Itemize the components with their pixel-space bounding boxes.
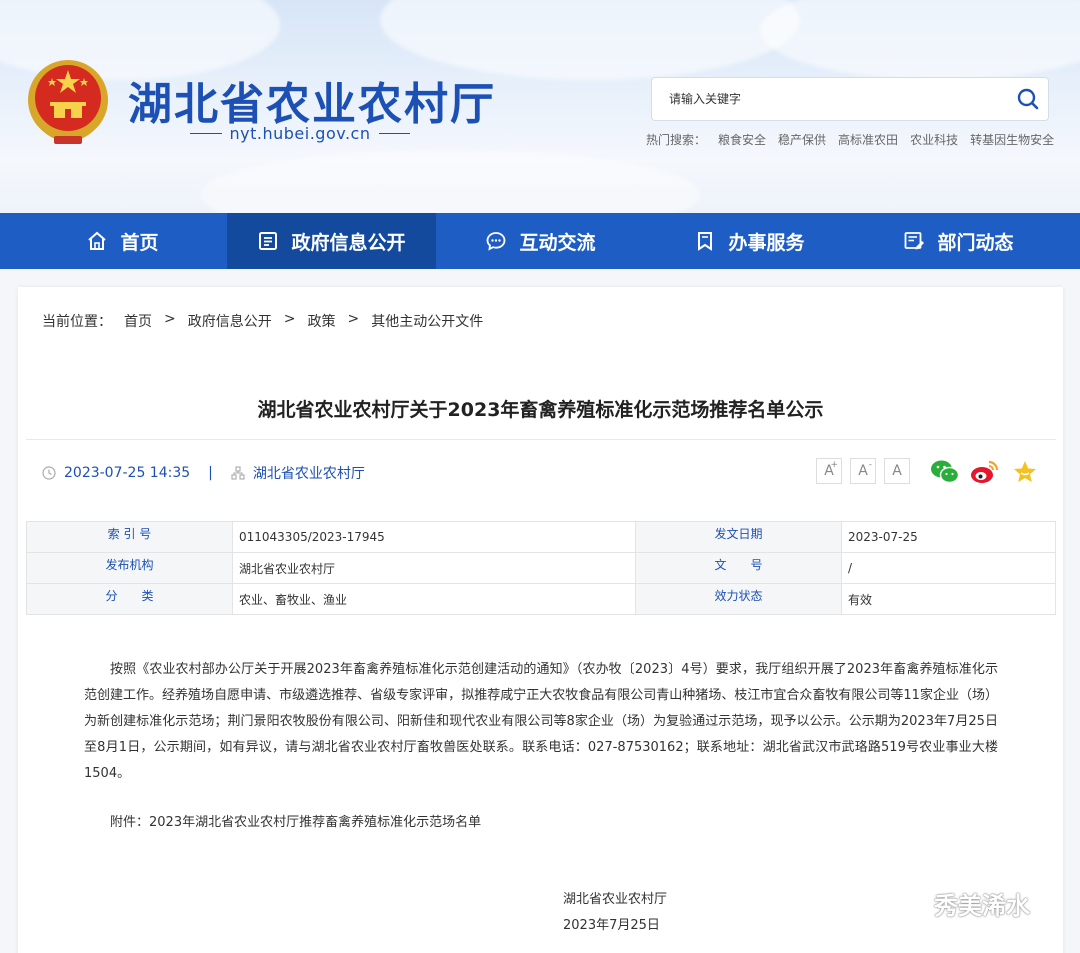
article-title: 湖北省农业农村厅关于2023年畜禽养殖标准化示范场推荐名单公示 <box>257 399 824 421</box>
info-key: 发文日期 <box>635 521 842 553</box>
nav-item-label: 政府信息公开 <box>291 231 406 254</box>
search-button[interactable] <box>1008 79 1048 119</box>
organization-icon <box>231 466 245 480</box>
info-value: 农业、畜牧业、渔业 <box>232 583 636 615</box>
hot-search-link[interactable]: 转基因生物安全 <box>970 131 1054 148</box>
divider <box>26 439 1056 440</box>
share-wechat-button[interactable] <box>930 457 960 487</box>
search-input[interactable] <box>652 78 1008 120</box>
breadcrumb-label: 当前位置： <box>42 314 112 330</box>
article-body: 按照《农业农村部办公厅关于开展2023年畜禽养殖标准化示范创建活动的通知》（农办… <box>84 662 998 781</box>
font-decrease-sign: - <box>868 460 872 470</box>
breadcrumb-separator: > <box>283 311 296 327</box>
breadcrumb-link-gov-info[interactable]: 政府信息公开 <box>188 311 272 331</box>
article-source: 湖北省农业农村厅 <box>252 466 365 482</box>
wechat-icon <box>931 460 960 484</box>
chat-icon <box>485 230 507 252</box>
cloud-decoration <box>760 0 1080 80</box>
breadcrumb: 当前位置： 首页 > 政府信息公开 > 政策 > 其他主动公开文件 <box>42 311 483 331</box>
star-icon <box>1014 461 1036 482</box>
divider <box>190 133 222 134</box>
signature-date: 2023年7月25日 <box>563 918 660 933</box>
hot-search-link[interactable]: 稳产保供 <box>778 131 826 148</box>
font-reset-button[interactable]: A <box>884 458 910 484</box>
info-key: 效力状态 <box>635 583 842 615</box>
divider <box>378 133 411 134</box>
nav-item-label: 部门动态 <box>937 231 1014 254</box>
document-info-table: 索 引 号 011043305/2023-17945 发文日期 2023-07-… <box>26 521 1056 615</box>
info-value: / <box>841 552 1056 584</box>
font-increase-button[interactable]: A + <box>816 458 842 484</box>
nav-item-home[interactable]: 首页 <box>18 213 227 269</box>
font-button-letter: A <box>858 463 868 479</box>
breadcrumb-link-other-docs[interactable]: 其他主动公开文件 <box>371 311 483 331</box>
info-value: 湖北省农业农村厅 <box>232 552 636 584</box>
hot-search-link[interactable]: 高标准农田 <box>838 131 898 148</box>
hot-search-link[interactable]: 粮食安全 <box>718 131 766 148</box>
info-key: 发布机构 <box>26 552 233 584</box>
clock-icon <box>42 466 56 480</box>
hot-search-link[interactable]: 农业科技 <box>910 131 958 148</box>
hot-search: 热门搜索： 粮食安全 稳产保供 高标准农田 农业科技 转基因生物安全 <box>646 131 1054 148</box>
font-button-letter: A <box>892 463 902 479</box>
breadcrumb-link-home[interactable]: 首页 <box>124 311 152 331</box>
nav-item-news[interactable]: 部门动态 <box>854 213 1063 269</box>
nav-item-gov-info[interactable]: 政府信息公开 <box>227 213 436 269</box>
font-increase-sign: + <box>830 460 838 470</box>
table-row: 索 引 号 011043305/2023-17945 发文日期 2023-07-… <box>26 521 1056 553</box>
info-value: 011043305/2023-17945 <box>232 521 636 553</box>
info-key: 索 引 号 <box>26 521 233 553</box>
site-title: 湖北省农业农村厅 <box>128 79 496 130</box>
national-emblem-icon <box>28 60 108 144</box>
font-decrease-button[interactable]: A- <box>850 458 876 484</box>
home-icon <box>86 230 108 252</box>
article-meta: 2023-07-25 14:35 | 湖北省农业农村厅 <box>42 463 365 483</box>
info-key: 文 号 <box>635 552 842 584</box>
hot-search-label: 热门搜索： <box>646 133 707 147</box>
watermark: 秀美浠水 <box>890 886 1030 921</box>
article-container: 当前位置： 首页 > 政府信息公开 > 政策 > 其他主动公开文件 湖北省农业农… <box>18 287 1063 953</box>
article-attachment[interactable]: 附件：2023年湖北省农业农村厅推荐畜禽养殖标准化示范场名单 <box>110 811 481 830</box>
news-icon <box>903 230 925 252</box>
info-key: 分 类 <box>26 583 233 615</box>
nav-item-label: 互动交流 <box>519 231 596 254</box>
weibo-icon <box>971 460 999 483</box>
breadcrumb-link-policy[interactable]: 政策 <box>307 311 335 331</box>
font-size-controls: A + A- A <box>816 458 910 484</box>
breadcrumb-separator: > <box>164 311 176 327</box>
favorite-button[interactable] <box>1010 457 1040 487</box>
site-url: nyt.hubei.gov.cn <box>229 124 371 143</box>
article-signature: 湖北省农业农村厅 2023年7月25日 <box>563 887 667 939</box>
publish-datetime: 2023-07-25 14:35 <box>64 465 191 481</box>
share-controls <box>930 457 1040 487</box>
nav-item-interaction[interactable]: 互动交流 <box>436 213 645 269</box>
nav-item-label: 办事服务 <box>728 231 805 254</box>
meta-separator: | <box>208 465 213 481</box>
breadcrumb-separator: > <box>347 311 360 327</box>
signature-org: 湖北省农业农村厅 <box>563 892 668 907</box>
watermark-text: 秀美浠水 <box>934 892 1030 920</box>
bookmark-icon <box>694 230 716 252</box>
nav-item-label: 首页 <box>120 231 159 254</box>
nav-item-services[interactable]: 办事服务 <box>645 213 854 269</box>
site-url-row: nyt.hubei.gov.cn <box>190 124 411 143</box>
info-value: 有效 <box>841 583 1056 615</box>
main-nav: 首页 政府信息公开 互动交流 办事服务 部门动态 <box>0 213 1080 269</box>
table-row: 分 类 农业、畜牧业、渔业 效力状态 有效 <box>26 583 1056 615</box>
table-row: 发布机构 湖北省农业农村厅 文 号 / <box>26 552 1056 584</box>
wechat-watermark-icon <box>891 890 928 917</box>
document-list-icon <box>257 230 279 252</box>
search-icon <box>1017 88 1039 110</box>
search-box <box>651 77 1049 121</box>
info-value: 2023-07-25 <box>841 521 1056 553</box>
share-weibo-button[interactable] <box>970 457 1000 487</box>
site-header: 湖北省农业农村厅 nyt.hubei.gov.cn 热门搜索： 粮食安全 稳产保… <box>0 0 1080 213</box>
cloud-decoration <box>200 150 700 213</box>
